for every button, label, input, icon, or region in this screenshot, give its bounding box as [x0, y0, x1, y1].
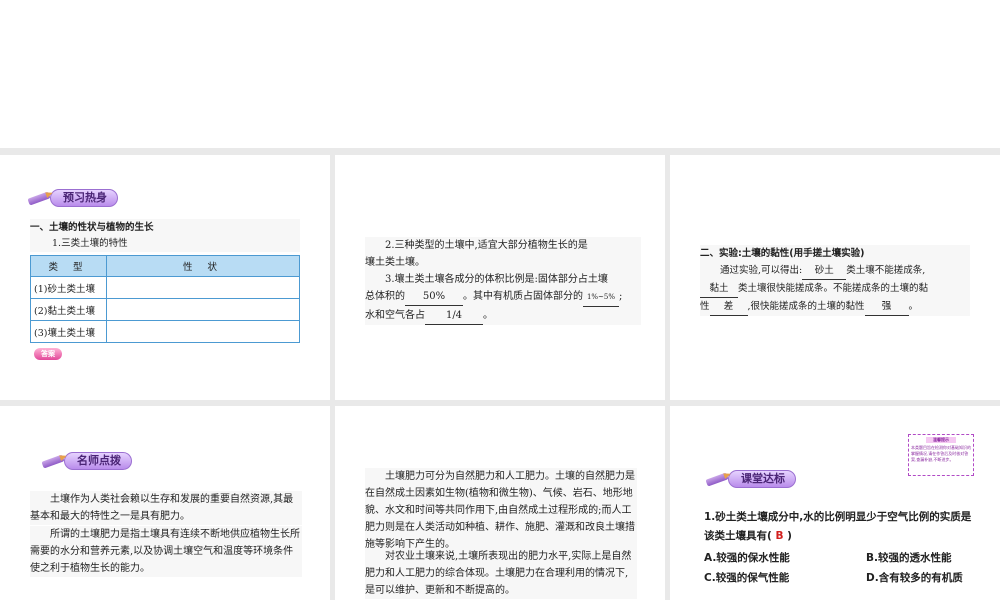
option-a[interactable]: A.较强的保水性能 [704, 550, 790, 565]
experiment-heading: 二、实验:土壤的黏性(用手搓土壤实验) [700, 248, 865, 259]
paragraph: 土壤肥力可分为自然肥力和人工肥力。土壤的自然肥力是在自然成土因素如生物(植物和微… [365, 468, 637, 553]
table-header-properties: 性 状 [106, 255, 300, 277]
soil-properties-table: 类 型 性 状 (1)砂土类土壤 (2)黏土类土壤 (3)壤土类土壤 [30, 255, 300, 343]
table-cell: (2)黏土类土壤 [30, 298, 107, 321]
question-2-end: 。 [415, 257, 425, 268]
paragraph: 土壤作为人类社会赖以生存和发展的重要自然资源,其最基本和最大的特性之一是具有肥力… [30, 491, 302, 525]
panel-teacher-tips: 名师点拨 土壤作为人类社会赖以生存和发展的重要自然资源,其最基本和最大的特性之一… [0, 406, 330, 600]
table-row: (1)砂土类土壤 [30, 276, 300, 299]
section-badge: 预习热身 [28, 189, 118, 207]
pencil-icon [706, 472, 732, 486]
table-cell [106, 298, 300, 321]
badge-label: 预习热身 [50, 189, 118, 207]
question-3-mid: 。其中有机质占固体部分的 [463, 291, 583, 302]
table-row: (3)壤土类土壤 [30, 320, 300, 343]
option-c[interactable]: C.较强的保气性能 [704, 570, 789, 585]
paragraph: 所谓的土壤肥力是指土壤具有连续不断地供应植物生长所需要的水分和营养元素,以及协调… [30, 526, 302, 577]
table-cell [106, 276, 300, 299]
badge-label: 课堂达标 [728, 470, 796, 488]
question-3: 3.壤土类土壤各成分的体积比例是:固体部分占土壤 总体积的 50% 。其中有机质占固… [365, 271, 641, 325]
answer-button[interactable]: 答案 [34, 348, 62, 360]
table-header-type: 类 型 [30, 255, 107, 277]
table-cell [106, 320, 300, 343]
badge-label: 名师点拨 [64, 452, 132, 470]
question-3-text: 3.壤土类土壤各成分的体积比例是:固体部分占土壤 [385, 274, 608, 285]
pencil-icon [42, 454, 68, 468]
tip-title: 温馨提示 [926, 437, 956, 443]
panel-soil-experiment: 二、实验:土壤的黏性(用手搓土壤实验) 通过实验,可以得出: 砂土 类土壤不能搓成条… [670, 155, 1000, 400]
tip-note: 温馨提示 本类题目旨在检测你对基础知识的掌握情况,请在作答后及时核对答案,查漏补… [908, 434, 974, 476]
panel-soil-fertility: 土壤肥力可分为自然肥力和人工肥力。土壤的自然肥力是在自然成土因素如生物(植物和微… [335, 406, 665, 600]
question-1-text: 1.砂土类土壤成分中,水的比例明显少于空气比例的实质是该类土壤具有( [704, 511, 972, 542]
section-badge: 课堂达标 [706, 470, 796, 488]
experiment-blank-1: 砂土 [802, 262, 847, 280]
question-1-end: ) [787, 530, 792, 542]
section-heading: 一、土壤的性状与植物的生长 [30, 219, 300, 236]
experiment-blank-3: 差 [709, 298, 748, 316]
option-b[interactable]: B.较强的透水性能 [866, 550, 952, 565]
panel-soil-questions: 2.三种类型的土壤中,适宜大部分植物生长的是 壤土类土壤。 3.壤土类土壤各成分… [335, 155, 665, 400]
table-header-row: 类 型 性 状 [30, 255, 300, 277]
top-blank-area [0, 0, 1000, 148]
experiment-text: 。 [908, 301, 919, 312]
pencil-icon [28, 191, 54, 205]
question-3-end: 。 [483, 310, 493, 321]
question-3-blank-2: 1%~5% [583, 289, 619, 307]
subheading: 1.三类土壤的特性 [30, 235, 300, 252]
panel-preview-warmup: 预习热身 一、土壤的性状与植物的生长 1.三类土壤的特性 类 型 性 状 (1)… [0, 155, 330, 400]
experiment-text: 性 [700, 301, 710, 312]
question-1: 1.砂土类土壤成分中,水的比例明显少于空气比例的实质是该类土壤具有( B ) [704, 508, 976, 546]
experiment-text: 类土壤很快能搓成条。不能搓成条的土壤的黏 [738, 283, 929, 294]
question-2: 2.三种类型的土壤中,适宜大部分植物生长的是 壤土类土壤。 [365, 237, 641, 272]
table-cell: (3)壤土类土壤 [30, 320, 107, 343]
question-2-answer: 壤土类土壤 [365, 254, 415, 272]
question-1-answer: B [775, 530, 784, 542]
question-3-blank-3: 1/4 [425, 307, 483, 325]
paragraph: 对农业土壤来说,土壤所表现出的肥力水平,实际上是自然肥力和人工肥力的综合体现。土… [365, 548, 637, 599]
option-d[interactable]: D.含有较多的有机质 [866, 570, 963, 585]
question-3-pre-2: 水和空气各占 [365, 310, 425, 321]
question-3-pre: 总体积的 [365, 291, 405, 302]
question-2-text: 2.三种类型的土壤中,适宜大部分植物生长的是 [385, 240, 588, 251]
question-3-semicolon: ; [619, 291, 623, 302]
experiment-blank-4: 强 [864, 298, 909, 316]
experiment-text: ,很快能搓成条的土壤的黏性 [747, 301, 865, 312]
tip-body: 本类题目旨在检测你对基础知识的掌握情况,请在作答后及时核对答案,查漏补缺,不断进… [911, 445, 971, 462]
panel-classroom-check: 温馨提示 本类题目旨在检测你对基础知识的掌握情况,请在作答后及时核对答案,查漏补… [670, 406, 1000, 600]
experiment-blank-2: 黏土 [700, 280, 738, 298]
question-3-blank-1: 50% [405, 288, 463, 306]
table-row: (2)黏土类土壤 [30, 298, 300, 321]
experiment-block: 二、实验:土壤的黏性(用手搓土壤实验) 通过实验,可以得出: 砂土 类土壤不能搓成条… [700, 245, 970, 316]
table-cell: (1)砂土类土壤 [30, 276, 107, 299]
experiment-text: 类土壤不能搓成条, [846, 265, 926, 276]
section-badge: 名师点拨 [42, 452, 132, 470]
experiment-text: 通过实验,可以得出: [720, 265, 803, 276]
